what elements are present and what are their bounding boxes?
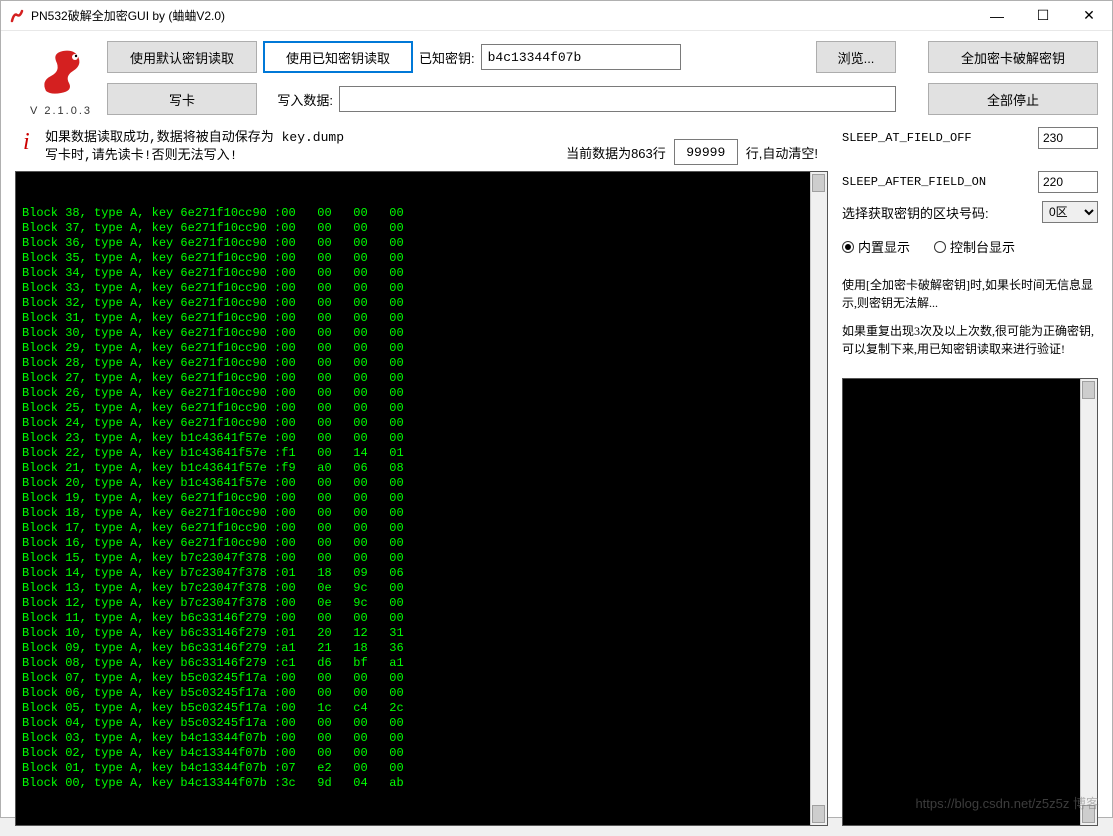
sleep-on-input[interactable] (1038, 171, 1098, 193)
radio-dot-icon (842, 241, 854, 253)
minimize-button[interactable]: — (974, 1, 1020, 31)
read-default-key-button[interactable]: 使用默认密钥读取 (107, 41, 257, 73)
scroll-up-icon[interactable] (1082, 381, 1095, 399)
titlebar: PN532破解全加密GUI by (蛐蛐V2.0) — ☐ ✕ (1, 1, 1112, 31)
block-select[interactable]: 0区 (1042, 201, 1098, 223)
right-settings: SLEEP_AFTER_FIELD_ON 选择获取密钥的区块号码: 0区 内置显… (842, 171, 1098, 262)
line-count-input[interactable] (674, 139, 738, 165)
read-known-key-button[interactable]: 使用已知密钥读取 (263, 41, 413, 73)
status-text: 如果数据读取成功,数据将被自动保存为 key.dump 写卡时,请先读卡!否则无… (45, 129, 344, 165)
radio-internal-label: 内置显示 (858, 237, 910, 256)
secondary-console[interactable] (842, 378, 1098, 826)
app-icon (9, 8, 25, 24)
sleep-off-label: SLEEP_AT_FIELD_OFF (842, 131, 1032, 145)
browse-button[interactable]: 浏览... (816, 41, 896, 73)
current-data-label: 当前数据为863行 (566, 143, 666, 162)
scroll-down-icon[interactable] (1082, 805, 1095, 823)
block-select-label: 选择获取密钥的区块号码: (842, 203, 1036, 222)
auto-clear-label: 行,自动清空! (746, 143, 818, 162)
main-area: Block 38, type A, key 6e271f10cc90 :00 0… (15, 171, 1098, 826)
window-title: PN532破解全加密GUI by (蛐蛐V2.0) (31, 7, 974, 24)
stop-all-button[interactable]: 全部停止 (928, 83, 1098, 115)
status-icon: i (15, 129, 45, 156)
controls-area: 使用默认密钥读取 使用已知密钥读取 已知密钥: 浏览... 全加密卡破解密钥 写… (107, 41, 1098, 125)
radio-console[interactable]: 控制台显示 (934, 237, 1015, 256)
app-window: PN532破解全加密GUI by (蛐蛐V2.0) — ☐ ✕ V 2.1.0.… (0, 0, 1113, 818)
logo-area: V 2.1.0.3 (15, 41, 107, 125)
write-data-label: 写入数据: (263, 90, 333, 109)
write-card-button[interactable]: 写卡 (107, 83, 257, 115)
known-key-label: 已知密钥: (419, 48, 475, 67)
crack-all-button[interactable]: 全加密卡破解密钥 (928, 41, 1098, 73)
sleep-on-label: SLEEP_AFTER_FIELD_ON (842, 175, 1032, 189)
radio-console-label: 控制台显示 (950, 237, 1015, 256)
radio-internal[interactable]: 内置显示 (842, 237, 910, 256)
close-button[interactable]: ✕ (1066, 1, 1112, 31)
left-column: Block 38, type A, key 6e271f10cc90 :00 0… (15, 171, 828, 826)
sleep-off-input[interactable] (1038, 127, 1098, 149)
content-area: V 2.1.0.3 使用默认密钥读取 使用已知密钥读取 已知密钥: 浏览... … (1, 31, 1112, 836)
console-scrollbar[interactable] (810, 172, 827, 825)
display-mode-radios: 内置显示 控制台显示 (842, 237, 1098, 256)
window-controls: — ☐ ✕ (974, 1, 1112, 31)
known-key-input[interactable] (481, 44, 681, 70)
scroll-down-icon[interactable] (812, 805, 825, 823)
write-data-input[interactable] (339, 86, 896, 112)
right-column: SLEEP_AFTER_FIELD_ON 选择获取密钥的区块号码: 0区 内置显… (842, 171, 1098, 826)
info-line: 当前数据为863行 行,自动清空! (566, 139, 828, 165)
main-console[interactable]: Block 38, type A, key 6e271f10cc90 :00 0… (15, 171, 828, 826)
help-text: 使用[全加密卡破解密钥]时,如果长时间无信息显示,则密钥无法解... 如果重复出… (842, 276, 1098, 368)
secondary-scrollbar[interactable] (1080, 379, 1097, 825)
maximize-button[interactable]: ☐ (1020, 1, 1066, 31)
top-area: V 2.1.0.3 使用默认密钥读取 使用已知密钥读取 已知密钥: 浏览... … (15, 41, 1098, 125)
radio-dot-icon (934, 241, 946, 253)
status-area: i 如果数据读取成功,数据将被自动保存为 key.dump 写卡时,请先读卡!否… (15, 129, 344, 165)
logo-icon (31, 41, 91, 101)
scroll-up-icon[interactable] (812, 174, 825, 192)
version-label: V 2.1.0.3 (15, 105, 107, 117)
